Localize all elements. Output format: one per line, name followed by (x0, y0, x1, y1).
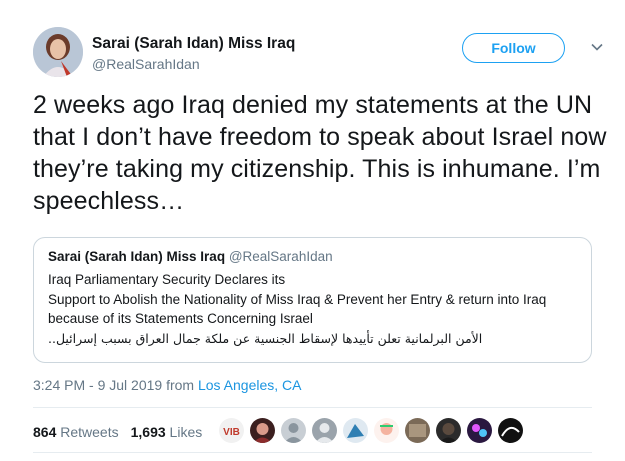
retweets-count[interactable]: 864 (33, 424, 56, 440)
liker-avatar[interactable] (312, 418, 337, 443)
tweet-header: Sarai (Sarah Idan) Miss Iraq @RealSarahI… (33, 27, 605, 77)
liker-avatar[interactable] (250, 418, 275, 443)
engagement-stats: 864 Retweets 1,693 Likes (33, 424, 202, 440)
timestamp-text[interactable]: 3:24 PM - 9 Jul 2019 from (33, 377, 198, 393)
liker-avatar[interactable]: VIB (219, 418, 244, 443)
liker-avatar[interactable] (343, 418, 368, 443)
liker-avatar[interactable] (281, 418, 306, 443)
liker-avatar[interactable] (405, 418, 430, 443)
likes-count[interactable]: 1,693 (131, 424, 166, 440)
chevron-down-icon[interactable] (589, 39, 605, 55)
likes-label[interactable]: Likes (170, 424, 203, 440)
quoted-tweet-line: Iraq Parliamentary Security Declares its (48, 272, 286, 287)
quoted-author-handle: @RealSarahIdan (228, 249, 333, 264)
divider (33, 452, 592, 453)
author-avatar[interactable] (33, 27, 83, 77)
svg-text:VIB: VIB (223, 427, 240, 438)
liker-avatar[interactable] (498, 418, 523, 443)
quoted-tweet[interactable]: Sarai (Sarah Idan) Miss Iraq @RealSarahI… (33, 237, 592, 363)
liker-avatar[interactable] (374, 418, 399, 443)
likers-avatars: VIB (219, 418, 523, 443)
retweets-label[interactable]: Retweets (60, 424, 118, 440)
liker-avatar[interactable] (467, 418, 492, 443)
author-handle[interactable]: @RealSarahIdan (92, 56, 200, 72)
divider (33, 407, 592, 408)
quoted-author-name: Sarai (Sarah Idan) Miss Iraq (48, 249, 226, 264)
author-name[interactable]: Sarai (Sarah Idan) Miss Iraq (92, 35, 295, 53)
quoted-tweet-line-arabic: الأمن البرلمانية تعلن تأييدها لإسقاط الج… (48, 330, 483, 346)
quoted-tweet-line: Support to Abolish the Nationality of Mi… (48, 291, 547, 307)
tweet-text: 2 weeks ago Iraq denied my statements at… (33, 91, 607, 215)
liker-avatar[interactable] (436, 418, 461, 443)
quoted-tweet-line: because of its Statements Concerning Isr… (48, 311, 313, 326)
tweet-timestamp: 3:24 PM - 9 Jul 2019 from Los Angeles, C… (33, 377, 301, 393)
follow-button[interactable]: Follow (462, 33, 565, 63)
quoted-tweet-header: Sarai (Sarah Idan) Miss Iraq @RealSarahI… (48, 248, 577, 266)
location-link[interactable]: Los Angeles, CA (198, 377, 302, 393)
